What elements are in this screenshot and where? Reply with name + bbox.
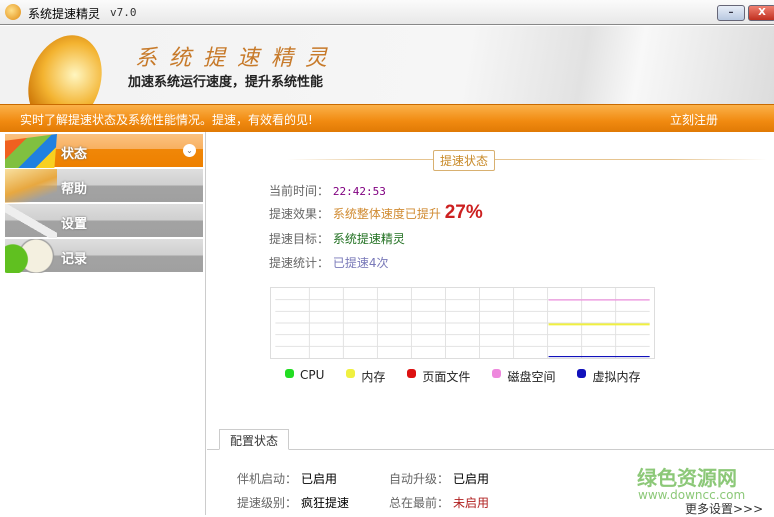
log-icon: [5, 239, 57, 273]
legend-swatch-icon: [285, 369, 294, 378]
legend-label: 内存: [361, 370, 386, 384]
legend-item: 页面文件: [407, 368, 470, 385]
status-key: 提速目标：: [269, 232, 330, 246]
legend-item: CPU: [285, 368, 324, 385]
sidebar-item-label: 设置: [61, 217, 88, 232]
tab-config-status[interactable]: 配置状态: [219, 429, 290, 450]
performance-chart: [270, 287, 655, 359]
legend-swatch-icon: [346, 369, 356, 378]
info-message: 实时了解提速状态及系统性能情况。提速，有效看的见!: [20, 113, 313, 127]
config-item-autoupgrade: 自动升级： 已启用: [389, 470, 489, 487]
more-settings-link[interactable]: 更多设置>>>: [685, 500, 763, 517]
config-key: 总在最前：: [389, 496, 450, 510]
close-button[interactable]: X: [748, 5, 774, 21]
wrench-icon: [5, 204, 57, 238]
legend-item: 磁盘空间: [492, 368, 555, 385]
legend-item: 内存: [346, 368, 385, 385]
windows-logo-icon: [5, 134, 57, 168]
speed-streak-icon: [5, 169, 57, 203]
sidebar: 状态 ⌄ 帮助 设置 记录: [0, 132, 206, 515]
status-row-target: 提速目标： 系统提速精灵: [269, 230, 405, 247]
legend-swatch-icon: [577, 369, 587, 378]
sidebar-item-label: 帮助: [61, 182, 88, 197]
tab-divider: [207, 449, 774, 450]
current-time: 22:42:53: [332, 185, 386, 198]
main-panel: 提速状态 当前时间： 22:42:53 提速效果： 系统整体速度已提升 27% …: [207, 132, 774, 517]
register-link[interactable]: 立刻注册: [670, 111, 718, 128]
chevron-down-icon[interactable]: ⌄: [183, 144, 196, 157]
chart-legend: CPU 内存 页面文件 磁盘空间 虚拟内存: [285, 368, 662, 385]
section-divider: [287, 159, 767, 160]
legend-label: CPU: [300, 368, 325, 382]
legend-swatch-icon: [407, 369, 417, 378]
legend-swatch-icon: [492, 369, 502, 378]
sidebar-item-settings[interactable]: 设置: [5, 204, 203, 238]
legend-label: 页面文件: [422, 370, 471, 384]
config-value: 疯狂提速: [301, 496, 350, 510]
window-title: 系统提速精灵: [28, 7, 101, 21]
sidebar-item-label: 状态: [61, 147, 88, 162]
minimize-button[interactable]: –: [717, 5, 745, 21]
brand-slogan: 加速系统运行速度，提升系统性能: [128, 75, 324, 90]
status-row-stats: 提速统计： 已提速4次: [269, 254, 388, 271]
banner: 系统提速精灵 加速系统运行速度，提升系统性能: [0, 24, 774, 139]
title-bar: 系统提速精灵 v7.0 – X: [0, 0, 774, 25]
config-item-level: 提速级别： 疯狂提速: [237, 494, 349, 511]
config-item-ontop: 总在最前： 未启用: [389, 494, 489, 511]
sidebar-item-status[interactable]: 状态 ⌄: [5, 134, 203, 168]
sidebar-item-label: 记录: [61, 252, 88, 267]
brand-title: 系统提速精灵: [135, 46, 340, 71]
watermark-name: 绿色资源网: [637, 466, 737, 490]
status-key: 提速统计：: [269, 256, 330, 270]
sidebar-item-log[interactable]: 记录: [5, 239, 203, 273]
config-value: 已启用: [301, 472, 338, 486]
effect-text: 系统整体速度已提升: [332, 207, 441, 221]
config-item-autostart: 伴机启动： 已启用: [237, 470, 337, 487]
config-key: 提速级别：: [237, 496, 298, 510]
section-title: 提速状态: [433, 150, 496, 171]
config-key: 伴机启动：: [237, 472, 298, 486]
status-row-time: 当前时间： 22:42:53: [269, 182, 386, 199]
legend-item: 虚拟内存: [577, 368, 640, 385]
status-key: 当前时间：: [269, 184, 330, 198]
version-label: v7.0: [110, 6, 137, 19]
sidebar-item-help[interactable]: 帮助: [5, 169, 203, 203]
status-row-effect: 提速效果： 系统整体速度已提升 27%: [269, 202, 483, 224]
legend-label: 磁盘空间: [507, 370, 556, 384]
target-value: 系统提速精灵: [332, 232, 405, 246]
app-logo-icon: [5, 4, 21, 20]
info-strip: 实时了解提速状态及系统性能情况。提速，有效看的见! 立刻注册: [0, 104, 774, 132]
config-value: 未启用: [453, 496, 490, 510]
status-key: 提速效果：: [269, 207, 330, 221]
stats-value: 已提速4次: [332, 256, 389, 270]
config-key: 自动升级：: [389, 472, 450, 486]
legend-label: 虚拟内存: [592, 370, 641, 384]
speedup-percent: 27%: [444, 202, 483, 223]
config-value: 已启用: [453, 472, 490, 486]
